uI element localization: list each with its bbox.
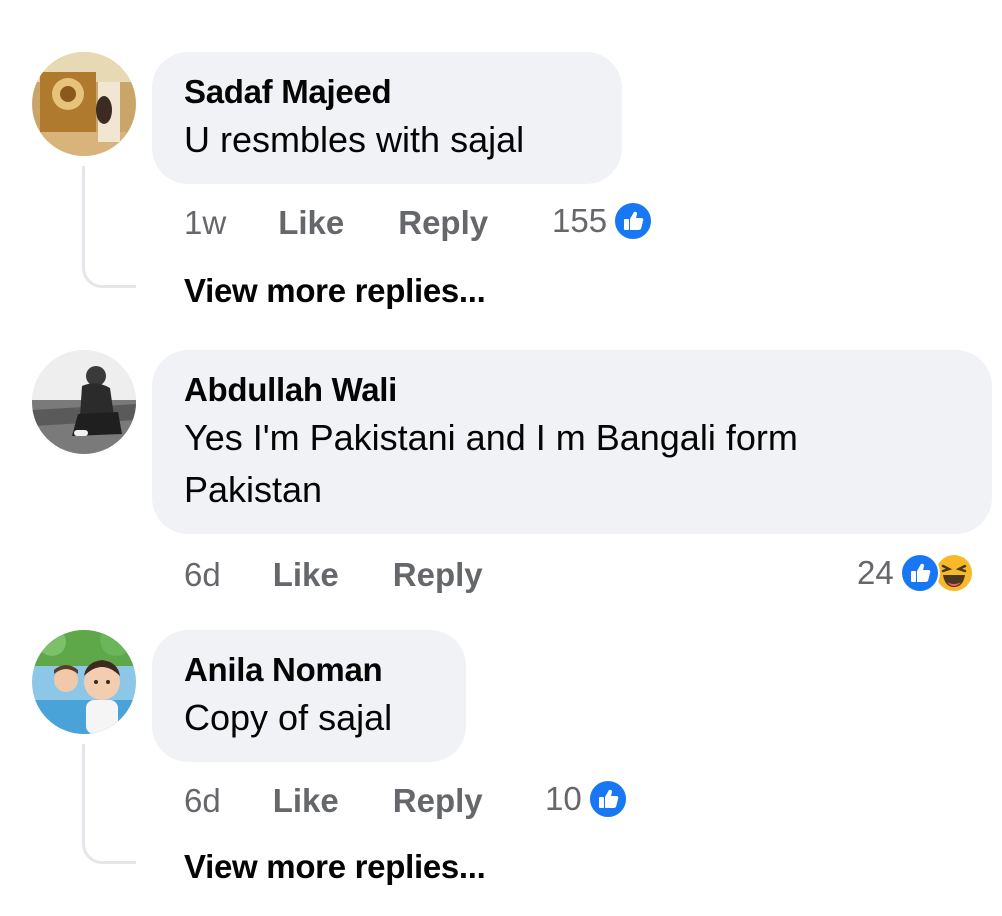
like-icon (587, 779, 628, 819)
reaction-summary[interactable]: 10 (545, 774, 628, 824)
like-button[interactable]: Like (273, 782, 339, 820)
comment-text: Copy of sajal (184, 697, 393, 738)
comment-text: U resmbles with sajal (184, 119, 525, 160)
reaction-count: 10 (545, 780, 582, 817)
like-icon (899, 553, 940, 593)
reaction-count: 155 (552, 202, 608, 239)
comment-author[interactable]: Anila Noman (184, 650, 434, 690)
comment-actions: 6d Like Reply (184, 776, 483, 826)
reply-button[interactable]: Reply (393, 556, 483, 594)
haha-icon (933, 553, 974, 593)
comment-author[interactable]: Sadaf Majeed (184, 72, 590, 112)
comment-author[interactable]: Abdullah Wali (184, 370, 960, 410)
view-more-replies-link[interactable]: View more replies... (184, 848, 486, 886)
comment-time[interactable]: 6d (184, 556, 221, 594)
comment-bubble: Abdullah Wali Yes I'm Pakistani and I m … (152, 350, 992, 534)
like-icon (613, 201, 654, 241)
comment-actions: 6d Like Reply (184, 550, 483, 600)
like-button[interactable]: Like (278, 204, 344, 242)
reaction-summary[interactable]: 155 (552, 196, 654, 246)
comment-time[interactable]: 1w (184, 204, 226, 242)
avatar[interactable] (32, 350, 136, 454)
avatar[interactable] (32, 52, 136, 156)
comment-text-line: Pakistan (184, 469, 323, 510)
reply-button[interactable]: Reply (393, 782, 483, 820)
view-more-replies-link[interactable]: View more replies... (184, 272, 486, 310)
avatar[interactable] (32, 630, 136, 734)
comment-time[interactable]: 6d (184, 782, 221, 820)
comment-bubble: Sadaf Majeed U resmbles with sajal (152, 52, 622, 184)
thread-connector (82, 166, 136, 288)
reply-button[interactable]: Reply (398, 204, 488, 242)
like-button[interactable]: Like (273, 556, 339, 594)
thread-connector (82, 744, 136, 864)
comment-bubble: Anila Noman Copy of sajal (152, 630, 466, 762)
reaction-summary[interactable]: 24 (857, 548, 974, 598)
reaction-count: 24 (857, 554, 894, 591)
comment-actions: 1w Like Reply (184, 198, 488, 248)
comment-text-line: Yes I'm Pakistani and I m Bangali form (184, 417, 798, 458)
